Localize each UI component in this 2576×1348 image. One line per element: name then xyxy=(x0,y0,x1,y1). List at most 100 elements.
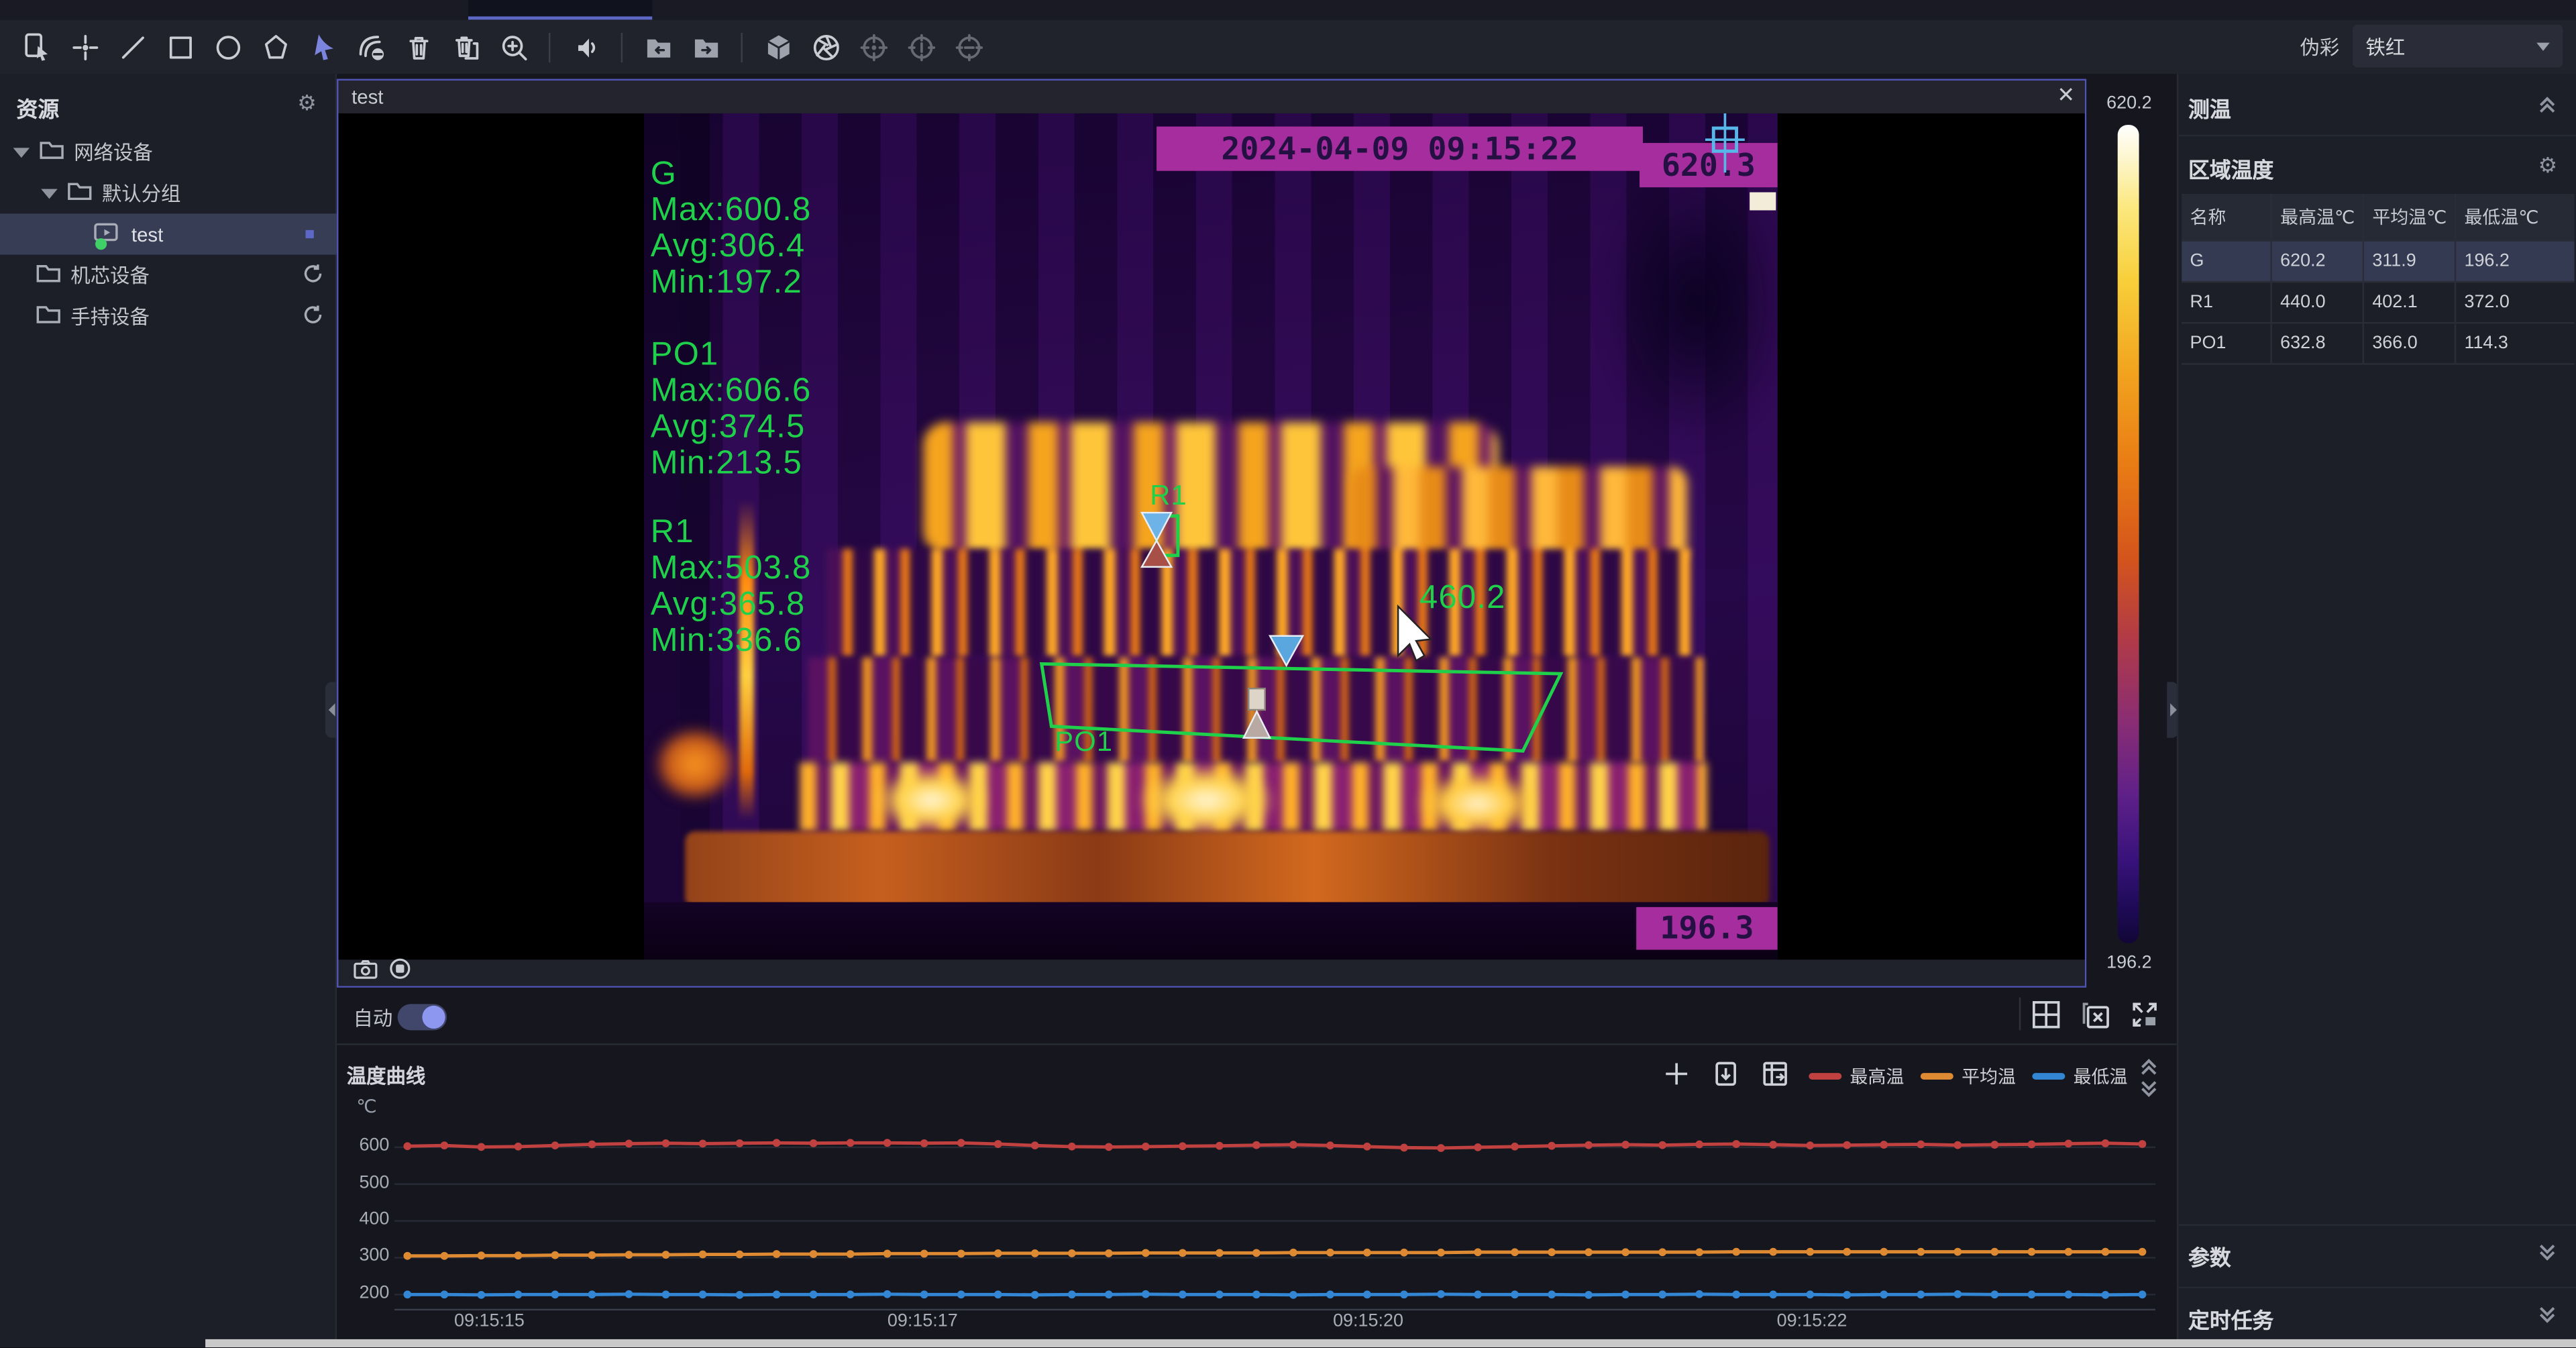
curve-clear-tool-icon[interactable] xyxy=(354,30,388,64)
toolbar-divider xyxy=(741,32,742,62)
table-row[interactable]: G 620.2 311.9 196.2 xyxy=(2182,242,2574,282)
tree-item-label: 默认分组 xyxy=(102,179,181,207)
colorbar-gradient xyxy=(2118,125,2139,943)
section-divider xyxy=(2178,1287,2576,1288)
export-table-icon[interactable] xyxy=(1763,1061,1788,1094)
colorbar-min-label: 196.2 xyxy=(2088,953,2170,972)
thermal-image[interactable]: G Max:600.8 Avg:306.4 Min:197.2 PO1 Max:… xyxy=(644,113,1778,960)
device-camera-icon xyxy=(94,221,120,247)
video-bottom-bar xyxy=(338,960,2084,986)
import-tool-icon[interactable] xyxy=(641,30,675,64)
caret-down-icon[interactable] xyxy=(41,188,57,198)
chart-y-unit: ℃ xyxy=(356,1096,376,1117)
window-title: test xyxy=(352,85,383,108)
tree-item-label: 手持设备 xyxy=(70,303,150,331)
auto-toggle[interactable] xyxy=(398,1004,447,1030)
toolbar-divider xyxy=(621,32,623,62)
snapshot-icon[interactable] xyxy=(354,958,378,988)
min-marker-triangle[interactable] xyxy=(1244,711,1270,737)
active-tab-indicator[interactable] xyxy=(468,0,652,19)
gear-icon[interactable]: ⚙ xyxy=(2538,154,2558,176)
export-curve-icon[interactable] xyxy=(1713,1061,1738,1094)
close-all-windows-icon[interactable] xyxy=(2082,1000,2110,1037)
expand-down-icon[interactable] xyxy=(2536,1304,2558,1334)
audio-tool-icon[interactable] xyxy=(568,30,602,64)
tree-item-label: 网络设备 xyxy=(74,138,153,166)
line-tool-icon[interactable] xyxy=(115,30,149,64)
sidebar-item-test-device[interactable]: test xyxy=(0,213,337,254)
section-divider xyxy=(2178,135,2576,136)
3d-view-tool-icon[interactable] xyxy=(761,30,795,64)
folder-icon xyxy=(36,263,61,288)
hot-spot-white-marker xyxy=(1750,193,1776,211)
rectangle-tool-icon[interactable] xyxy=(162,30,197,64)
chart-title: 温度曲线 xyxy=(347,1061,426,1090)
chart-collapse-down-icon[interactable] xyxy=(2139,1078,2159,1108)
x-axis-tick: 09:15:17 xyxy=(865,1311,980,1331)
table-row[interactable]: PO1 632.8 366.0 114.3 xyxy=(2182,323,2574,364)
device-badge xyxy=(306,230,314,238)
spot-marker-square[interactable] xyxy=(1248,688,1265,710)
r1-region-label: R1 xyxy=(1150,478,1187,515)
region-po1-stats: PO1 Max:606.6 Avg:374.5 Min:213.5 xyxy=(651,337,812,482)
legend-item-max[interactable]: 最高温 xyxy=(1809,1063,1904,1089)
row-divider xyxy=(2019,998,2021,1031)
horizontal-scrollbar[interactable] xyxy=(205,1339,2576,1347)
export-tool-icon[interactable] xyxy=(688,30,722,64)
grid-layout-icon[interactable] xyxy=(2032,1000,2060,1037)
close-icon[interactable]: ✕ xyxy=(2057,82,2075,108)
expand-down-icon[interactable] xyxy=(2536,1242,2558,1272)
video-content[interactable]: G Max:600.8 Avg:306.4 Min:197.2 PO1 Max:… xyxy=(338,113,2084,960)
osd-min-temp: 196.3 xyxy=(1636,907,1778,950)
gear-icon[interactable]: ⚙ xyxy=(297,92,317,113)
caret-down-icon[interactable] xyxy=(13,147,30,157)
fullscreen-icon[interactable] xyxy=(2131,1000,2159,1037)
sidebar-item-default-group[interactable]: 默认分组 xyxy=(0,172,337,213)
region-g-stats: G Max:600.8 Avg:306.4 Min:197.2 xyxy=(651,156,812,301)
legend-item-min[interactable]: 最低温 xyxy=(2032,1063,2127,1089)
collapse-up-icon[interactable] xyxy=(2536,94,2558,123)
y-axis-tick: 500 xyxy=(337,1173,389,1192)
sidebar-item-handheld-devices[interactable]: 手持设备 xyxy=(0,296,337,337)
add-curve-icon[interactable] xyxy=(1664,1061,1689,1094)
y-axis-tick: 200 xyxy=(337,1283,389,1302)
zoom-in-tool-icon[interactable] xyxy=(496,30,531,64)
cursor-spot-temp: 460.2 xyxy=(1419,580,1506,616)
top-tab-strip xyxy=(0,0,2576,19)
timer-section-title: 定时任务 xyxy=(2188,1303,2273,1335)
temperature-line-chart[interactable] xyxy=(394,1129,2155,1319)
pseudo-color-select[interactable]: 铁红 xyxy=(2353,25,2563,68)
target-b-tool-icon[interactable] xyxy=(904,30,938,64)
measure-section-title: 测温 xyxy=(2188,92,2231,123)
select-tool-icon[interactable] xyxy=(19,30,54,64)
max-marker-triangle[interactable] xyxy=(1142,513,1171,541)
ellipse-tool-icon[interactable] xyxy=(210,30,244,64)
refresh-icon[interactable] xyxy=(303,262,324,289)
sidebar-item-network-devices[interactable]: 网络设备 xyxy=(0,132,337,172)
main-toolbar: 伪彩 铁红 xyxy=(0,19,2576,74)
aperture-tool-icon[interactable] xyxy=(808,30,843,64)
sidebar-item-core-devices[interactable]: 机芯设备 xyxy=(0,255,337,296)
sidebar-title: 资源 xyxy=(16,92,59,123)
delete-all-tool-icon[interactable] xyxy=(449,30,483,64)
max-marker-triangle[interactable] xyxy=(1270,636,1303,666)
delete-tool-icon[interactable] xyxy=(401,30,435,64)
target-c-tool-icon[interactable] xyxy=(951,30,985,64)
record-icon[interactable] xyxy=(389,958,411,988)
point-tool-icon[interactable] xyxy=(67,30,101,64)
section-divider xyxy=(2178,1224,2576,1225)
cursor-tool-icon[interactable] xyxy=(306,30,340,64)
po1-polygon-region[interactable] xyxy=(1042,664,1561,751)
target-a-tool-icon[interactable] xyxy=(856,30,890,64)
polygon-tool-icon[interactable] xyxy=(258,30,292,64)
legend-dash-avg xyxy=(1921,1073,1953,1080)
refresh-icon[interactable] xyxy=(303,303,324,329)
col-header-min: 最低温℃ xyxy=(2456,194,2574,240)
sidebar-collapse-handle[interactable] xyxy=(325,682,337,737)
tree-item-label: test xyxy=(131,223,163,246)
video-window-titlebar[interactable]: test ✕ xyxy=(338,81,2084,113)
max-spot-crosshair-icon[interactable] xyxy=(1702,113,1748,176)
pseudo-color-value: 铁红 xyxy=(2366,32,2406,60)
table-row[interactable]: R1 440.0 402.1 372.0 xyxy=(2182,282,2574,323)
legend-item-avg[interactable]: 平均温 xyxy=(1921,1063,2016,1089)
